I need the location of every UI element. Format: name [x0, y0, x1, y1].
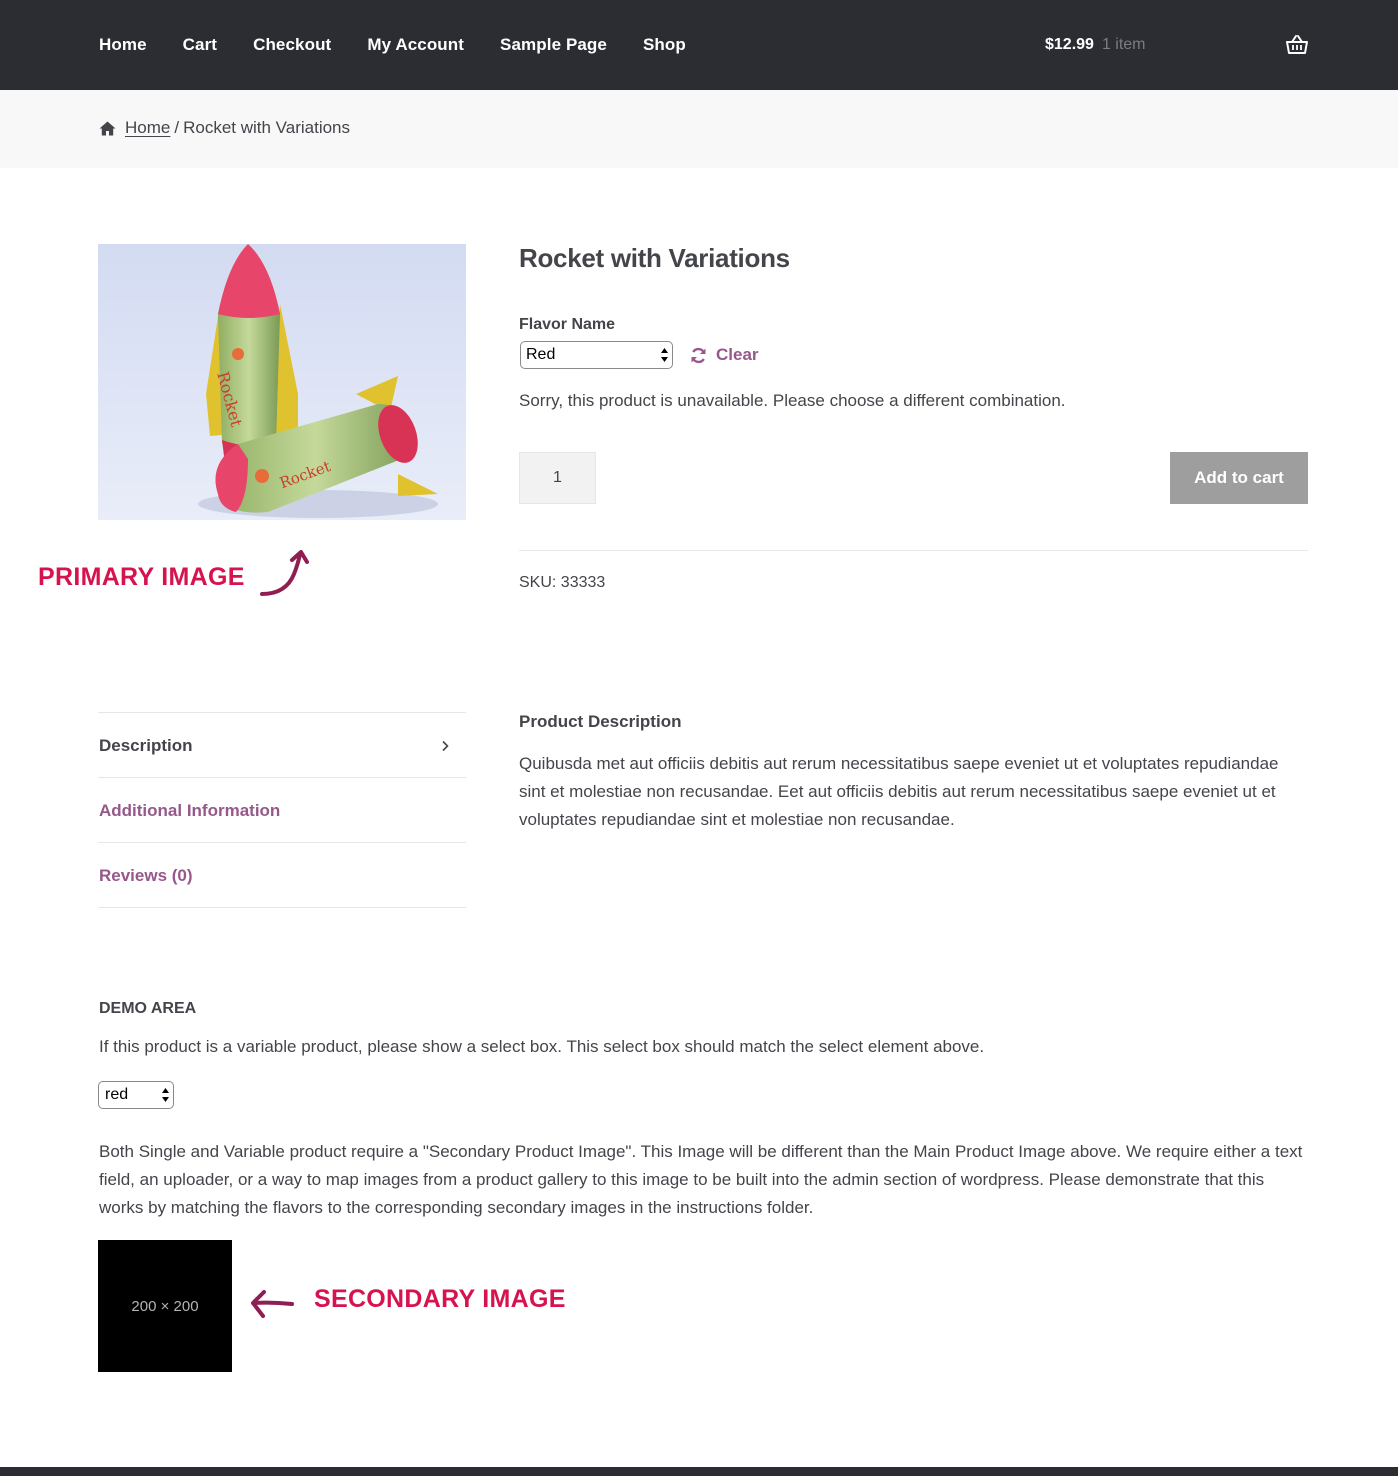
curved-arrow-up-icon: [260, 550, 309, 596]
demo-paragraph: Both Single and Variable product require…: [99, 1142, 1303, 1217]
flavor-select[interactable]: Red: [520, 341, 673, 369]
product-sku: SKU: 33333: [519, 574, 606, 591]
description-body: Quibusda met aut officiis debitis aut re…: [519, 754, 1279, 829]
chevron-right-icon: [442, 740, 449, 752]
nav-sample-page[interactable]: Sample Page: [500, 35, 607, 55]
tab-reviews-label: Reviews (0): [99, 866, 193, 885]
site-header: Home Cart Checkout My Account Sample Pag…: [0, 0, 1398, 90]
unavailable-message: Sorry, this product is unavailable. Plea…: [519, 391, 1066, 410]
breadcrumb-home-link[interactable]: Home: [125, 118, 170, 138]
demo-flavor-select[interactable]: red: [98, 1081, 174, 1109]
nav-shop[interactable]: Shop: [643, 35, 686, 55]
clear-label: Clear: [716, 345, 759, 364]
nav-cart[interactable]: Cart: [183, 35, 217, 55]
main-nav: Home Cart Checkout My Account Sample Pag…: [99, 0, 722, 90]
breadcrumb-current: Rocket with Variations: [183, 118, 351, 137]
tab-description[interactable]: Description: [98, 712, 466, 777]
primary-product-image[interactable]: Rocket Rocket: [98, 244, 466, 520]
breadcrumb-separator: /: [174, 118, 180, 137]
header-cart-link[interactable]: $12.99 1 item: [1045, 36, 1146, 54]
nav-my-account[interactable]: My Account: [367, 35, 464, 55]
add-to-cart-button[interactable]: Add to cart: [1170, 452, 1308, 504]
secondary-image-annotation: SECONDARY IMAGE: [314, 1285, 566, 1313]
cart-amount: $12.99: [1045, 36, 1094, 53]
tab-additional-information[interactable]: Additional Information: [98, 777, 466, 842]
flavor-select-value: Red: [526, 346, 556, 363]
quantity-input[interactable]: 1: [519, 452, 596, 504]
flavor-label: Flavor Name: [519, 316, 616, 333]
tab-additional-information-label: Additional Information: [99, 801, 281, 820]
description-heading: Product Description: [519, 712, 682, 731]
basket-icon[interactable]: [1286, 34, 1308, 56]
clear-selection-link[interactable]: Clear: [690, 345, 759, 365]
arrow-left-icon: [251, 1290, 294, 1318]
demo-area-heading: DEMO AREA: [99, 1000, 197, 1017]
breadcrumb: Home / Rocket with Variations: [99, 118, 350, 138]
refresh-icon: [691, 347, 706, 363]
product-title: Rocket with Variations: [519, 243, 790, 273]
demo-select-value: red: [105, 1086, 129, 1103]
primary-image-annotation: PRIMARY IMAGE: [38, 563, 245, 591]
summary-divider: [519, 550, 1308, 551]
footer-bar: [0, 1467, 1398, 1476]
home-icon: [99, 121, 116, 135]
breadcrumb-bar: Home / Rocket with Variations: [0, 90, 1398, 168]
select-arrows-icon: [661, 348, 668, 362]
demo-instruction: If this product is a variable product, p…: [99, 1037, 985, 1056]
nav-checkout[interactable]: Checkout: [253, 35, 331, 55]
nav-home[interactable]: Home: [99, 35, 147, 55]
secondary-image-placeholder: 200 × 200: [98, 1240, 232, 1372]
cart-count: 1 item: [1101, 36, 1146, 53]
select-arrows-icon: [162, 1088, 169, 1102]
tab-description-label: Description: [99, 736, 193, 755]
secondary-image-size-text: 200 × 200: [131, 1297, 199, 1315]
product-tabs: Description Additional Information Revie…: [98, 712, 466, 908]
tab-reviews[interactable]: Reviews (0): [98, 842, 466, 908]
